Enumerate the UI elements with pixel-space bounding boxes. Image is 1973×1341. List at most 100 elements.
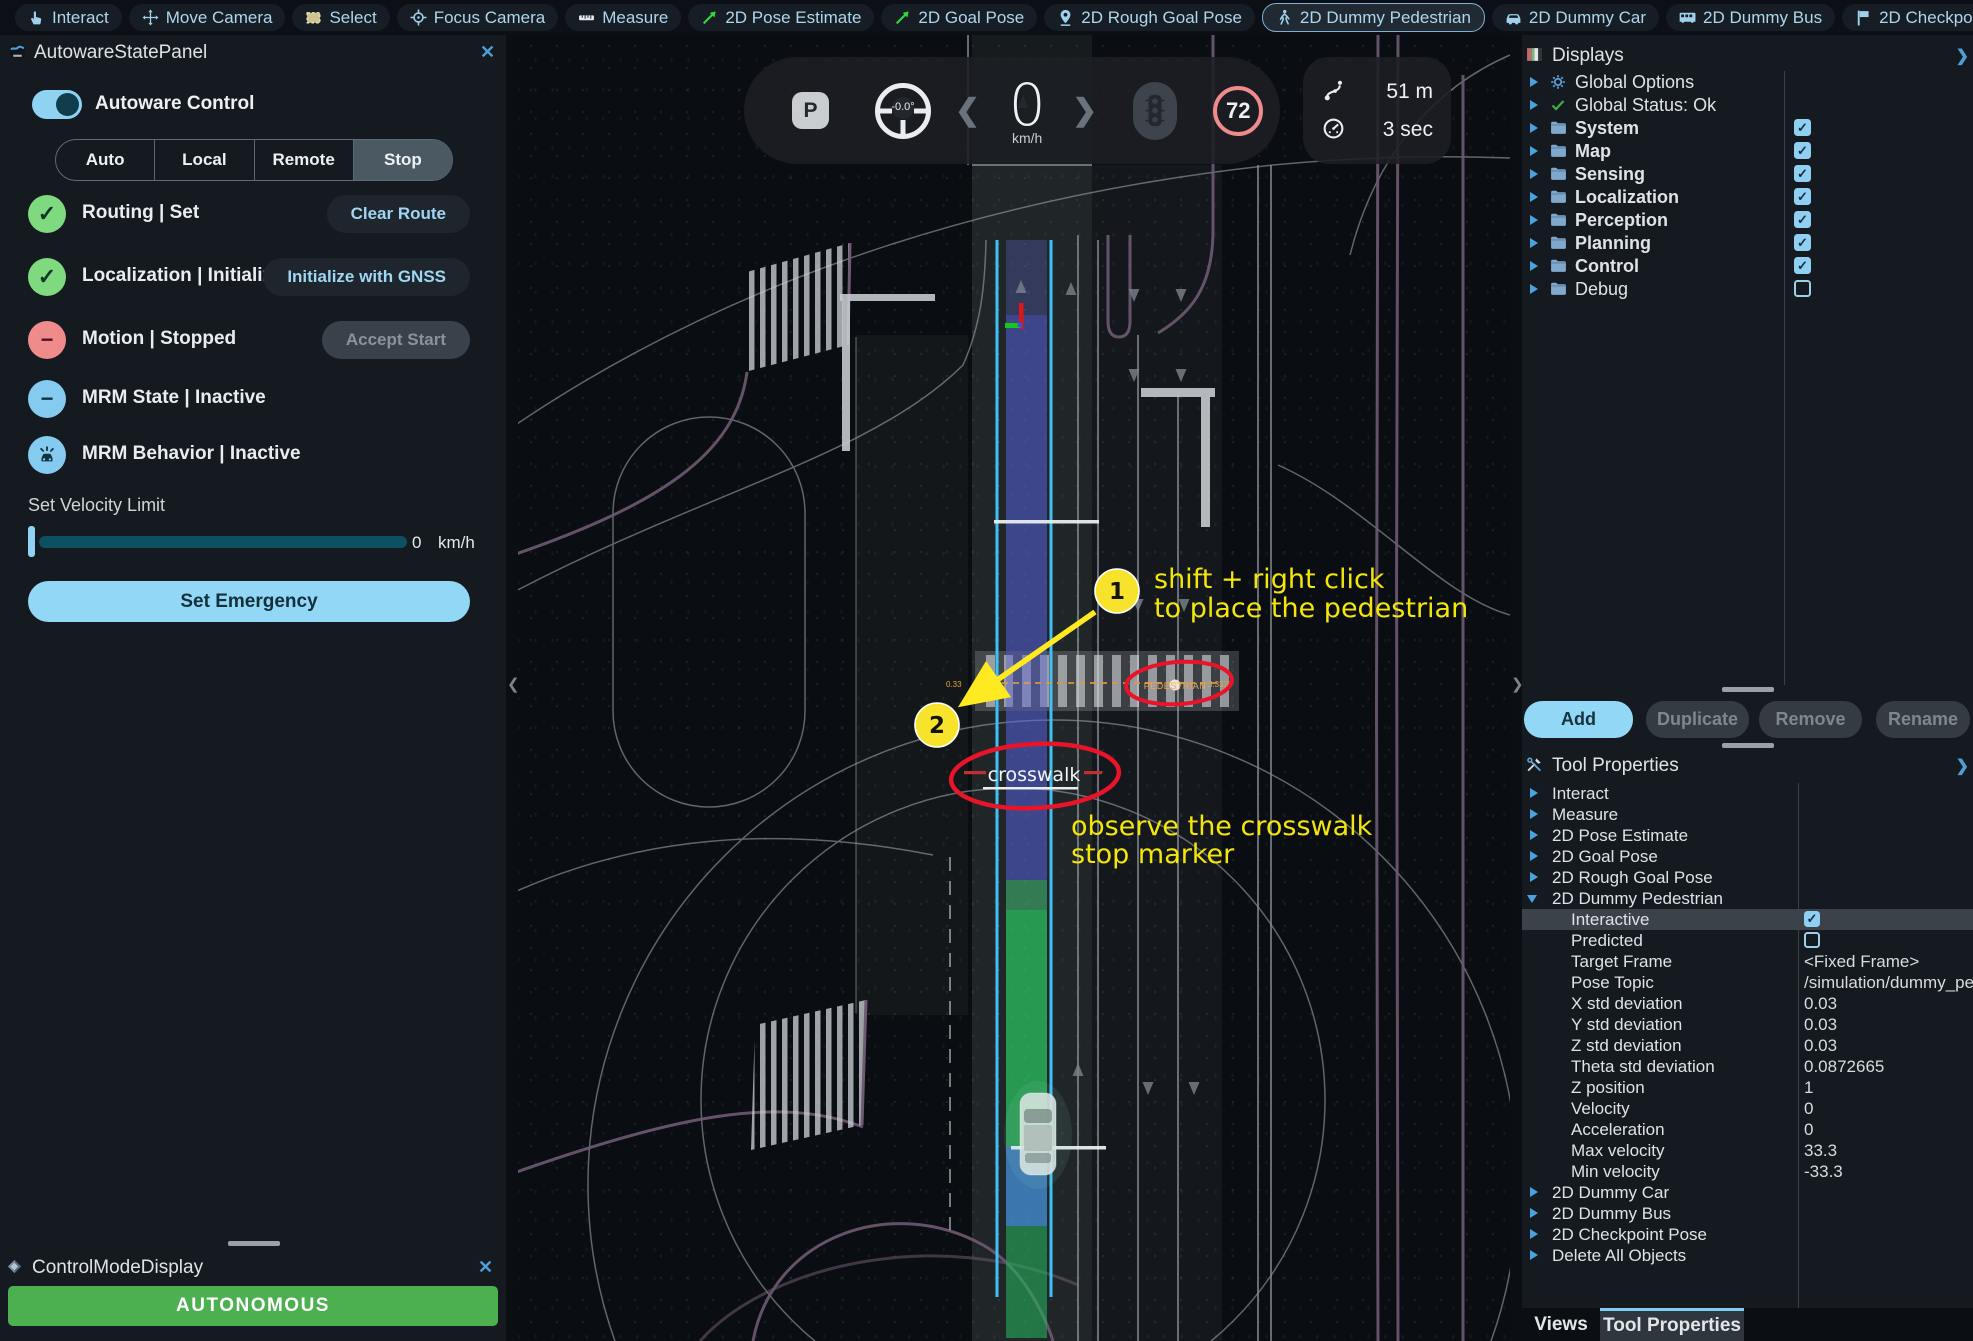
set-emergency-button[interactable]: Set Emergency <box>28 581 470 622</box>
predicted-checkbox[interactable] <box>1804 932 1820 948</box>
visibility-checkbox[interactable]: ✓ <box>1794 119 1811 136</box>
visibility-checkbox[interactable]: ✓ <box>1794 211 1811 228</box>
expander-icon[interactable] <box>1530 851 1538 861</box>
tool-measure[interactable]: Measure <box>565 4 681 31</box>
expander-icon[interactable] <box>1530 1187 1538 1197</box>
displays-row-sensing[interactable]: Sensing✓ <box>1522 163 1973 186</box>
expander-icon[interactable] <box>1530 1229 1538 1239</box>
displays-row-control[interactable]: Control✓ <box>1522 255 1973 278</box>
z-position-value[interactable]: 1 <box>1804 1078 1973 1098</box>
remove-display-button[interactable]: Remove <box>1759 701 1862 738</box>
expander-icon[interactable] <box>1530 146 1538 156</box>
expander-icon[interactable] <box>1530 261 1538 271</box>
visibility-checkbox[interactable] <box>1794 280 1811 297</box>
control-mode-close-icon[interactable]: ✕ <box>478 1257 493 1278</box>
velocity-slider-handle[interactable] <box>28 526 35 557</box>
visibility-checkbox[interactable]: ✓ <box>1794 188 1811 205</box>
tool-prop-row-z-std-deviation[interactable]: Z std deviation0.03 <box>1522 1035 1973 1056</box>
expander-icon[interactable] <box>1530 788 1538 798</box>
tool-2d-dummy-bus[interactable]: 2D Dummy Bus <box>1666 4 1835 31</box>
theta-std-deviation-value[interactable]: 0.0872665 <box>1804 1057 1973 1077</box>
expander-icon[interactable] <box>1527 895 1537 903</box>
tool-prop-row-predicted[interactable]: Predicted <box>1522 930 1973 951</box>
tool-prop-row-2d-dummy-pedestrian[interactable]: 2D Dummy Pedestrian <box>1522 888 1973 909</box>
add-display-button[interactable]: Add <box>1524 701 1633 738</box>
tool-2d-goal-pose[interactable]: 2D Goal Pose <box>881 4 1037 31</box>
expander-icon[interactable] <box>1530 872 1538 882</box>
tool-prop-row-min-velocity[interactable]: Min velocity-33.3 <box>1522 1161 1973 1182</box>
tool-prop-row-measure[interactable]: Measure <box>1522 804 1973 825</box>
expander-icon[interactable] <box>1530 1250 1538 1260</box>
z-std-deviation-value[interactable]: 0.03 <box>1804 1036 1973 1056</box>
tab-tool-properties[interactable]: Tool Properties <box>1600 1308 1744 1341</box>
right-splitter[interactable]: ❯ <box>1510 35 1522 1341</box>
expander-icon[interactable] <box>1530 830 1538 840</box>
tool-prop-row-2d-dummy-bus[interactable]: 2D Dummy Bus <box>1522 1203 1973 1224</box>
expander-icon[interactable] <box>1530 215 1538 225</box>
visibility-checkbox[interactable]: ✓ <box>1794 257 1811 274</box>
displays-row-system[interactable]: System✓ <box>1522 117 1973 140</box>
tool-prop-row-2d-dummy-car[interactable]: 2D Dummy Car <box>1522 1182 1973 1203</box>
tab-views[interactable]: Views <box>1522 1308 1600 1341</box>
expander-icon[interactable] <box>1530 809 1538 819</box>
interactive-checkbox[interactable]: ✓ <box>1804 911 1820 927</box>
tool-prop-row-acceleration[interactable]: Acceleration0 <box>1522 1119 1973 1140</box>
velocity-value[interactable]: 0 <box>1804 1099 1973 1119</box>
left-splitter[interactable]: ❮ <box>506 35 518 1341</box>
tool-prop-row-2d-rough-goal-pose[interactable]: 2D Rough Goal Pose <box>1522 867 1973 888</box>
tool-prop-row-y-std-deviation[interactable]: Y std deviation0.03 <box>1522 1014 1973 1035</box>
tool-2d-rough-goal-pose[interactable]: 2D Rough Goal Pose <box>1044 4 1255 31</box>
autoware-control-toggle[interactable] <box>32 90 82 119</box>
state-panel-close-icon[interactable]: ✕ <box>480 42 495 63</box>
velocity-slider-track[interactable] <box>39 536 407 548</box>
tool-interact[interactable]: Interact <box>15 4 122 31</box>
max-velocity-value[interactable]: 33.3 <box>1804 1141 1973 1161</box>
tool-prop-row-z-position[interactable]: Z position1 <box>1522 1077 1973 1098</box>
visibility-checkbox[interactable]: ✓ <box>1794 165 1811 182</box>
tool-2d-pose-estimate[interactable]: 2D Pose Estimate <box>688 4 874 31</box>
mode-button-auto[interactable]: Auto <box>56 140 155 180</box>
tool-prop-row-2d-goal-pose[interactable]: 2D Goal Pose <box>1522 846 1973 867</box>
expander-icon[interactable] <box>1530 192 1538 202</box>
tool-select[interactable]: Select <box>292 4 389 31</box>
tool-prop-row-delete-all-objects[interactable]: Delete All Objects <box>1522 1245 1973 1266</box>
tool-prop-row-velocity[interactable]: Velocity0 <box>1522 1098 1973 1119</box>
tool-focus-camera[interactable]: Focus Camera <box>397 4 558 31</box>
displays-row-global-options[interactable]: Global Options <box>1522 71 1973 94</box>
tool-2d-dummy-pedestrian[interactable]: 2D Dummy Pedestrian <box>1262 3 1485 32</box>
rename-display-button[interactable]: Rename <box>1876 701 1970 738</box>
map-viewport[interactable]: 0.33 3.3333 PEDESTRIAN <box>518 35 1510 1341</box>
displays-row-global-status-ok[interactable]: Global Status: Ok <box>1522 94 1973 117</box>
expander-icon[interactable] <box>1530 238 1538 248</box>
initialize-with-gnss-button[interactable]: Initialize with GNSS <box>263 258 470 296</box>
expander-icon[interactable] <box>1530 77 1538 87</box>
duplicate-display-button[interactable]: Duplicate <box>1646 701 1749 738</box>
expander-icon[interactable] <box>1530 169 1538 179</box>
displays-collapse-icon[interactable]: ❯ <box>1956 46 1969 66</box>
target-frame-value[interactable]: <Fixed Frame> <box>1804 952 1973 972</box>
expander-icon[interactable] <box>1530 100 1538 110</box>
displays-row-map[interactable]: Map✓ <box>1522 140 1973 163</box>
autonomous-mode-button[interactable]: AUTONOMOUS <box>8 1286 498 1326</box>
tool-prop-row-interact[interactable]: Interact <box>1522 783 1973 804</box>
visibility-checkbox[interactable]: ✓ <box>1794 142 1811 159</box>
tool-prop-row-max-velocity[interactable]: Max velocity33.3 <box>1522 1140 1973 1161</box>
displays-row-debug[interactable]: Debug <box>1522 278 1973 301</box>
mode-button-stop[interactable]: Stop <box>354 140 452 180</box>
tool-properties-collapse-icon[interactable]: ❯ <box>1956 756 1969 776</box>
panel-resize-handle[interactable] <box>1722 743 1774 748</box>
tool-prop-row-2d-pose-estimate[interactable]: 2D Pose Estimate <box>1522 825 1973 846</box>
pose-topic-value[interactable]: /simulation/dummy_perce... <box>1804 973 1973 993</box>
displays-row-localization[interactable]: Localization✓ <box>1522 186 1973 209</box>
expander-icon[interactable] <box>1530 284 1538 294</box>
map-canvas[interactable]: 0.33 3.3333 PEDESTRIAN <box>518 35 1510 1341</box>
expander-icon[interactable] <box>1530 1208 1538 1218</box>
min-velocity-value[interactable]: -33.3 <box>1804 1162 1973 1182</box>
displays-row-perception[interactable]: Perception✓ <box>1522 209 1973 232</box>
accept-start-button[interactable]: Accept Start <box>322 321 470 359</box>
mode-button-local[interactable]: Local <box>155 140 254 180</box>
tool-move-camera[interactable]: Move Camera <box>129 4 286 31</box>
tool-prop-row-target-frame[interactable]: Target Frame<Fixed Frame> <box>1522 951 1973 972</box>
tool-prop-row-theta-std-deviation[interactable]: Theta std deviation0.0872665 <box>1522 1056 1973 1077</box>
clear-route-button[interactable]: Clear Route <box>327 195 470 233</box>
